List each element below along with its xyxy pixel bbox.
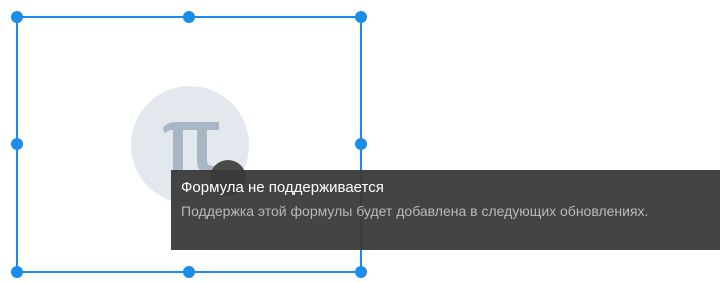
resize-handle-bottom[interactable] [183,266,195,278]
resize-handle-bottom-right[interactable] [355,266,367,278]
resize-handle-top-left[interactable] [11,11,23,23]
tooltip-message: Поддержка этой формулы будет добавлена в… [181,203,649,219]
editor-canvas: Формула не поддерживается Поддержка этой… [0,0,720,282]
resize-handle-left[interactable] [11,138,23,150]
resize-handle-top-right[interactable] [355,11,367,23]
tooltip-title: Формула не поддерживается [181,179,384,196]
unsupported-formula-tooltip: Формула не поддерживается Поддержка этой… [171,170,720,250]
resize-handle-right[interactable] [355,138,367,150]
resize-handle-bottom-left[interactable] [11,266,23,278]
resize-handle-top[interactable] [183,11,195,23]
